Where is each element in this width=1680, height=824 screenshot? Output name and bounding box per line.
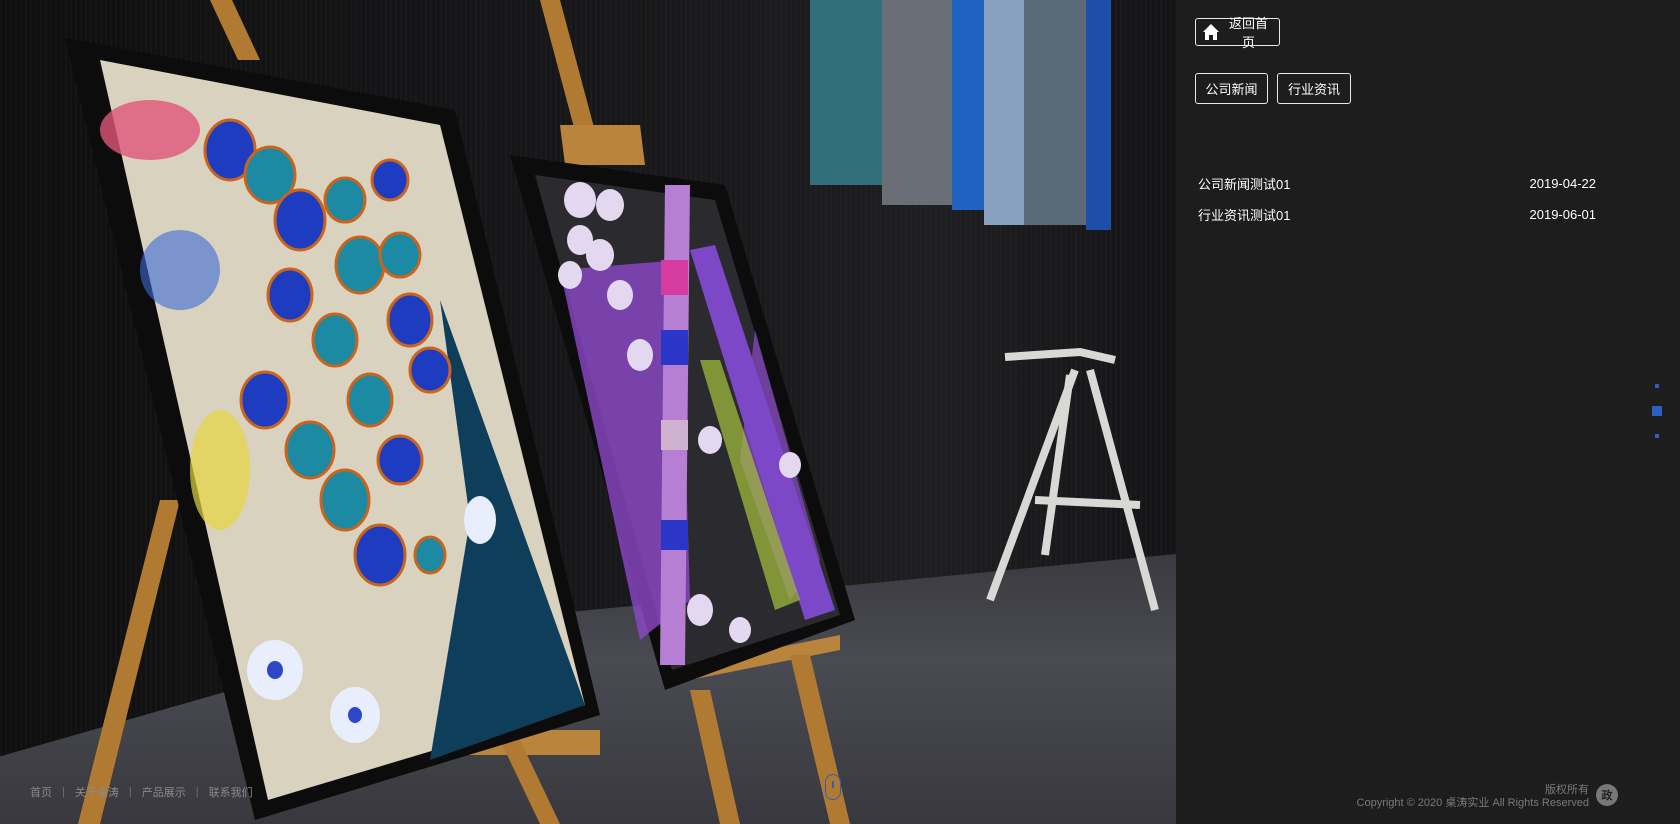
pagination-dot[interactable] bbox=[1655, 434, 1659, 438]
news-title: 公司新闻测试01 bbox=[1198, 177, 1291, 192]
footer-link-about[interactable]: 关于桌涛 bbox=[75, 784, 119, 800]
news-date: 2019-06-01 bbox=[1529, 207, 1597, 222]
footer-link-contact[interactable]: 联系我们 bbox=[209, 784, 253, 800]
copyright-text: Copyright © 2020 桌涛实业 All Rights Reserve… bbox=[1356, 797, 1589, 809]
footer-link-products[interactable]: 产品展示 bbox=[142, 784, 186, 800]
government-badge-icon[interactable]: 政 bbox=[1596, 784, 1618, 806]
tab-industry-info[interactable]: 行业资讯 bbox=[1277, 73, 1351, 104]
pagination-dot[interactable] bbox=[1655, 384, 1659, 388]
home-icon bbox=[1202, 23, 1220, 41]
news-panel: 返回首页 公司新闻 行业资讯 公司新闻测试01 2019-04-22 行业资讯测… bbox=[1176, 0, 1680, 824]
footer-separator: | bbox=[128, 786, 132, 798]
back-home-label: 返回首页 bbox=[1228, 16, 1268, 50]
news-title: 行业资讯测试01 bbox=[1198, 208, 1291, 223]
footer-link-home[interactable]: 首页 bbox=[30, 784, 52, 800]
news-date: 2019-04-22 bbox=[1529, 176, 1597, 191]
mouse-scroll-icon[interactable] bbox=[825, 774, 841, 800]
art-scene bbox=[65, 0, 1159, 824]
footer-separator: | bbox=[62, 786, 65, 798]
footer-separator: | bbox=[195, 786, 199, 798]
footer-nav: 首页 | 关于桌涛 | 产品展示 | 联系我们 bbox=[30, 784, 253, 800]
pagination-dot-active[interactable] bbox=[1652, 406, 1662, 416]
back-home-button[interactable]: 返回首页 bbox=[1195, 16, 1280, 50]
hero-image: 首页 | 关于桌涛 | 产品展示 | 联系我们 bbox=[0, 0, 1176, 824]
tab-company-news[interactable]: 公司新闻 bbox=[1195, 73, 1268, 104]
news-item[interactable]: 公司新闻测试01 2019-04-22 bbox=[1198, 168, 1596, 199]
news-list: 公司新闻测试01 2019-04-22 行业资讯测试01 2019-06-01 bbox=[1198, 168, 1596, 230]
news-item[interactable]: 行业资讯测试01 2019-06-01 bbox=[1198, 199, 1596, 230]
side-pagination bbox=[1652, 384, 1662, 438]
